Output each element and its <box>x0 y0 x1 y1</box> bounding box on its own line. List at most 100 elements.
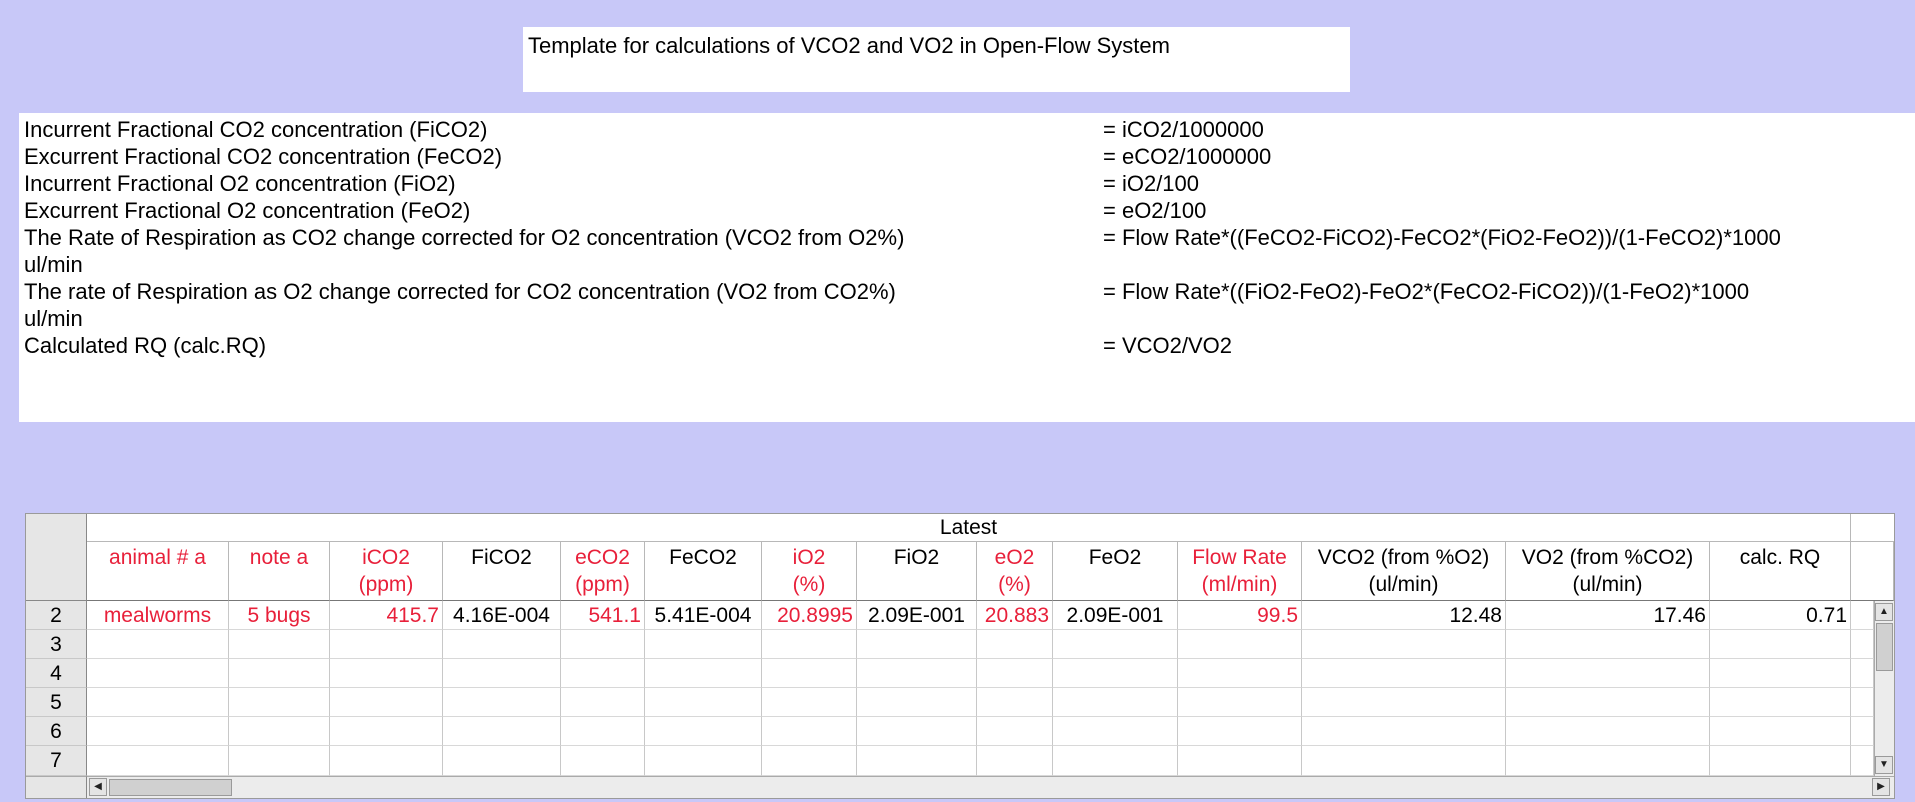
empty-cell[interactable] <box>1302 630 1506 659</box>
data-grid[interactable]: Latest animal # a note a iCO2 (ppm) FiCO2… <box>25 513 1895 799</box>
grid-corner[interactable] <box>26 514 87 601</box>
empty-cell[interactable] <box>1302 717 1506 746</box>
empty-cell[interactable] <box>1851 688 1874 717</box>
empty-cell[interactable] <box>645 717 762 746</box>
cell-ico2[interactable]: 415.7 <box>330 601 443 630</box>
empty-cell[interactable] <box>645 746 762 776</box>
empty-cell[interactable] <box>443 659 561 688</box>
cell-eco2[interactable]: 541.1 <box>561 601 645 630</box>
col-header-eco2[interactable]: eCO2 (ppm) <box>561 542 645 601</box>
empty-cell[interactable] <box>1851 630 1874 659</box>
empty-cell[interactable] <box>645 630 762 659</box>
empty-cell[interactable] <box>1851 659 1874 688</box>
cell-fico2[interactable]: 4.16E-004 <box>443 601 561 630</box>
col-header-eo2[interactable]: eO2 (%) <box>977 542 1053 601</box>
empty-cell[interactable] <box>229 659 330 688</box>
empty-cell[interactable] <box>1053 746 1178 776</box>
empty-cell[interactable] <box>1302 688 1506 717</box>
empty-cell[interactable] <box>1851 717 1874 746</box>
vertical-scroll-thumb[interactable] <box>1876 623 1893 671</box>
empty-cell[interactable] <box>1178 717 1302 746</box>
empty-cell[interactable] <box>1710 630 1851 659</box>
empty-cell[interactable] <box>1506 717 1710 746</box>
empty-cell[interactable] <box>977 630 1053 659</box>
empty-cell[interactable] <box>561 688 645 717</box>
col-header-vo2[interactable]: VO2 (from %CO2) (ul/min) <box>1506 542 1710 601</box>
empty-cell[interactable] <box>1053 717 1178 746</box>
empty-cell[interactable] <box>1710 688 1851 717</box>
empty-cell[interactable] <box>977 717 1053 746</box>
empty-cell[interactable] <box>1506 630 1710 659</box>
empty-cell[interactable] <box>1178 659 1302 688</box>
cell-vco2[interactable]: 12.48 <box>1302 601 1506 630</box>
row-header[interactable]: 3 <box>26 630 87 659</box>
col-header-io2[interactable]: iO2 (%) <box>762 542 857 601</box>
empty-cell[interactable] <box>229 717 330 746</box>
empty-cell[interactable] <box>561 659 645 688</box>
col-header-feco2[interactable]: FeCO2 <box>645 542 762 601</box>
col-header-feo2[interactable]: FeO2 <box>1053 542 1178 601</box>
empty-cell[interactable] <box>1178 630 1302 659</box>
empty-cell[interactable] <box>1710 659 1851 688</box>
empty-cell[interactable] <box>1053 688 1178 717</box>
empty-cell[interactable] <box>330 746 443 776</box>
empty-cell[interactable] <box>229 688 330 717</box>
empty-cell[interactable] <box>1053 659 1178 688</box>
empty-cell[interactable] <box>443 688 561 717</box>
cell-flow-rate[interactable]: 99.5 <box>1178 601 1302 630</box>
empty-cell[interactable] <box>762 717 857 746</box>
col-header-fico2[interactable]: FiCO2 <box>443 542 561 601</box>
row-header[interactable]: 5 <box>26 688 87 717</box>
empty-cell[interactable] <box>1506 688 1710 717</box>
cell-animal[interactable]: mealworms <box>87 601 229 630</box>
cell-eo2[interactable]: 20.883 <box>977 601 1053 630</box>
vertical-scrollbar[interactable]: ▲ ▼ <box>1874 601 1894 776</box>
col-header-animal[interactable]: animal # a <box>87 542 229 601</box>
empty-cell[interactable] <box>561 746 645 776</box>
cell-vo2[interactable]: 17.46 <box>1506 601 1710 630</box>
empty-cell[interactable] <box>762 659 857 688</box>
col-header-fio2[interactable]: FiO2 <box>857 542 977 601</box>
empty-cell[interactable] <box>1302 659 1506 688</box>
empty-cell[interactable] <box>330 630 443 659</box>
empty-cell[interactable] <box>857 717 977 746</box>
scroll-right-icon[interactable]: ▶ <box>1872 778 1890 796</box>
row-header[interactable]: 6 <box>26 717 87 746</box>
empty-cell[interactable] <box>762 746 857 776</box>
empty-cell[interactable] <box>330 717 443 746</box>
horizontal-scroll-thumb[interactable] <box>109 779 232 796</box>
empty-cell[interactable] <box>762 630 857 659</box>
empty-cell[interactable] <box>229 746 330 776</box>
col-header-ico2[interactable]: iCO2 (ppm) <box>330 542 443 601</box>
col-header-note[interactable]: note a <box>229 542 330 601</box>
empty-cell[interactable] <box>1851 746 1874 776</box>
empty-cell[interactable] <box>229 630 330 659</box>
empty-cell[interactable] <box>87 717 229 746</box>
empty-cell[interactable] <box>87 659 229 688</box>
empty-cell[interactable] <box>977 746 1053 776</box>
empty-cell[interactable] <box>977 688 1053 717</box>
empty-cell[interactable] <box>1506 659 1710 688</box>
empty-cell[interactable] <box>857 746 977 776</box>
empty-cell[interactable] <box>1710 717 1851 746</box>
row-header[interactable]: 4 <box>26 659 87 688</box>
empty-cell[interactable] <box>857 688 977 717</box>
col-header-calc-rq[interactable]: calc. RQ <box>1710 542 1851 601</box>
cell-calc-rq[interactable]: 0.71 <box>1710 601 1851 630</box>
empty-cell[interactable] <box>762 688 857 717</box>
cell-note[interactable]: 5 bugs <box>229 601 330 630</box>
empty-cell[interactable] <box>1302 746 1506 776</box>
empty-cell[interactable] <box>443 717 561 746</box>
scroll-down-icon[interactable]: ▼ <box>1875 756 1893 774</box>
empty-cell[interactable] <box>87 746 229 776</box>
empty-cell[interactable] <box>561 717 645 746</box>
scroll-up-icon[interactable]: ▲ <box>1875 603 1893 621</box>
cell-fio2[interactable]: 2.09E-001 <box>857 601 977 630</box>
empty-cell[interactable] <box>443 746 561 776</box>
horizontal-scrollbar[interactable]: ◀ ▶ <box>87 776 1894 798</box>
scroll-left-icon[interactable]: ◀ <box>89 778 107 796</box>
col-header-vco2[interactable]: VCO2 (from %O2) (ul/min) <box>1302 542 1506 601</box>
empty-cell[interactable] <box>330 688 443 717</box>
cell-io2[interactable]: 20.8995 <box>762 601 857 630</box>
empty-cell[interactable] <box>645 659 762 688</box>
